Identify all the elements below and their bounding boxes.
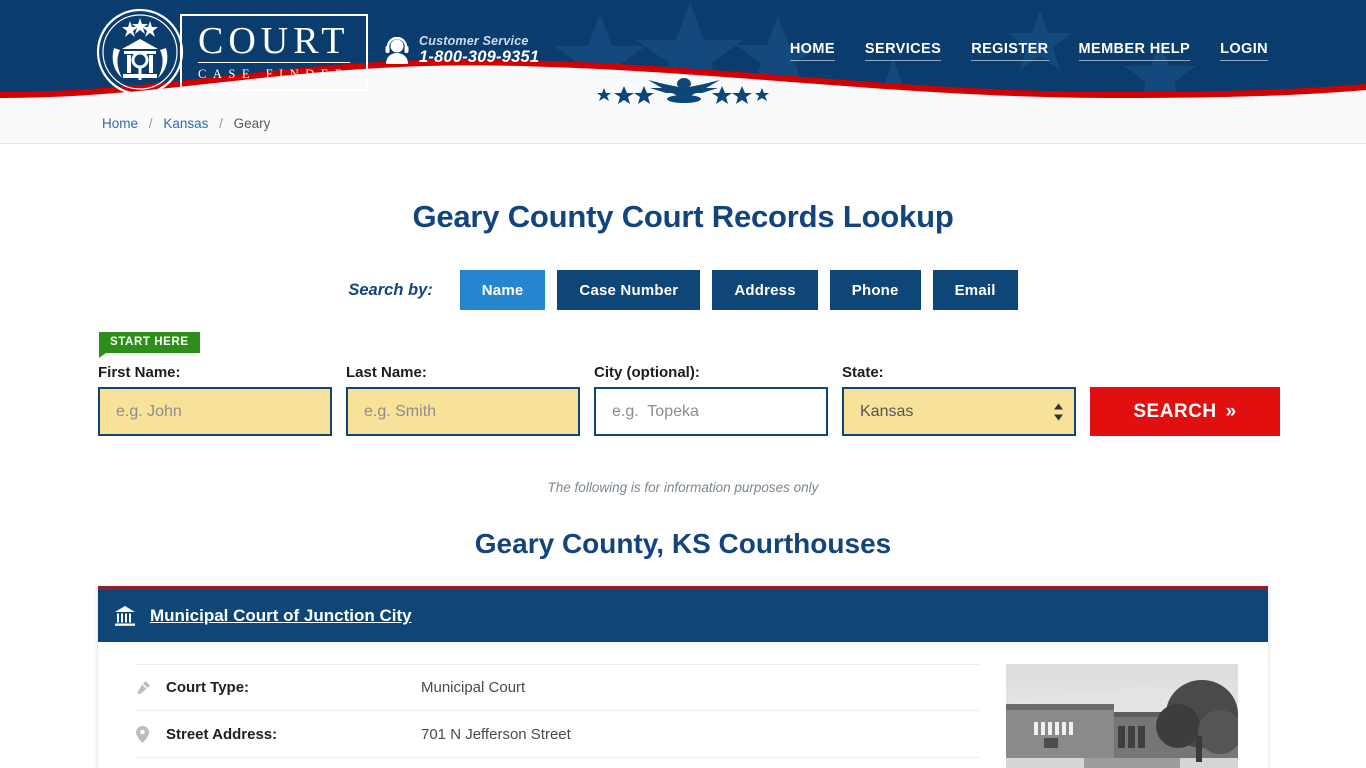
search-button-label: SEARCH [1133,400,1217,422]
site-logo[interactable]: COURT CASE FINDER [96,8,368,96]
table-row: City: Junction [136,758,980,768]
state-select[interactable]: Kansas [842,387,1076,436]
detail-value-court-type: Municipal Court [421,679,526,696]
nav-item-member-help[interactable]: MEMBER HELP [1078,41,1191,61]
last-name-field-group: Last Name: [346,364,580,436]
court-seal-icon [96,8,184,96]
first-name-field-group: First Name: [98,364,332,436]
detail-key-street-address: Street Address: [166,725,278,743]
last-name-input[interactable] [346,387,580,436]
main-content: Geary County Court Records Lookup Search… [0,199,1366,768]
tab-case-number[interactable]: Case Number [557,270,701,310]
nav-item-home[interactable]: HOME [789,41,835,61]
first-name-label: First Name: [98,364,181,381]
tab-phone[interactable]: Phone [829,270,921,310]
breadcrumb-item-kansas[interactable]: Kansas [163,116,208,131]
state-field-group: State: Kansas [842,364,1076,436]
city-input[interactable] [594,387,828,436]
courthouse-building-photo [1006,664,1238,768]
nav-item-register[interactable]: REGISTER [971,41,1049,61]
breadcrumb-bar: Home / Kansas / Geary [0,104,1366,144]
city-field-group: City (optional): [594,364,828,436]
customer-service-block: Customer Service 1-800-309-9351 [384,34,539,67]
breadcrumb: Home / Kansas / Geary [102,116,270,131]
headset-agent-icon [385,36,409,64]
customer-service-label: Customer Service [419,34,529,48]
table-row: Court Type: Municipal Court [136,664,980,711]
search-by-tabs: Search by: Name Case Number Address Phon… [0,270,1366,310]
last-name-label: Last Name: [346,364,427,381]
state-label: State: [842,364,884,381]
logo-sub-text: CASE FINDER [198,66,350,81]
detail-key-court-type: Court Type: [166,679,250,696]
gavel-icon [136,680,166,695]
tab-address[interactable]: Address [712,270,818,310]
detail-value-street-address: 701 N Jefferson Street [421,725,571,743]
nav-item-services[interactable]: SERVICES [864,41,942,61]
search-button[interactable]: SEARCH » [1090,387,1280,436]
tab-email[interactable]: Email [932,270,1018,310]
court-card-body: Court Type: Municipal Court Street Addre… [98,642,1268,768]
bank-columns-icon [115,606,135,626]
logo-main-text: COURT [198,19,350,63]
logo-text-box: COURT CASE FINDER [180,13,368,91]
court-details-table: Court Type: Municipal Court Street Addre… [136,664,980,768]
breadcrumb-item-geary: Geary [233,116,271,131]
eagle-and-stars-emblem [597,78,769,104]
court-card-header: Municipal Court of Junction City [98,590,1268,642]
search-by-label: Search by: [348,280,433,299]
nav-item-login[interactable]: LOGIN [1220,41,1268,61]
search-form: First Name: Last Name: City (optional): … [98,364,1280,436]
page-title: Geary County Court Records Lookup [412,199,954,234]
site-header: COURT CASE FINDER Customer Service 1-800… [0,0,1366,104]
first-name-input[interactable] [98,387,332,436]
breadcrumb-item-home[interactable]: Home [102,116,138,131]
double-chevron-icon: » [1225,400,1237,422]
breadcrumb-separator: / [148,116,153,131]
court-card: Municipal Court of Junction City Court T… [98,586,1268,768]
disclaimer-text: The following is for information purpose… [547,480,819,495]
court-name-link[interactable]: Municipal Court of Junction City [150,606,412,626]
map-pin-icon [136,725,166,743]
breadcrumb-separator: / [219,116,223,131]
start-here-badge: START HERE [99,332,200,358]
customer-service-phone[interactable]: 1-800-309-9351 [419,48,539,67]
section-title-courthouses: Geary County, KS Courthouses [474,528,892,559]
table-row: Street Address: 701 N Jefferson Street [136,711,980,758]
city-label: City (optional): [594,364,700,381]
main-navigation: HOME SERVICES REGISTER MEMBER HELP LOGIN [789,41,1268,61]
tab-name[interactable]: Name [459,270,546,310]
